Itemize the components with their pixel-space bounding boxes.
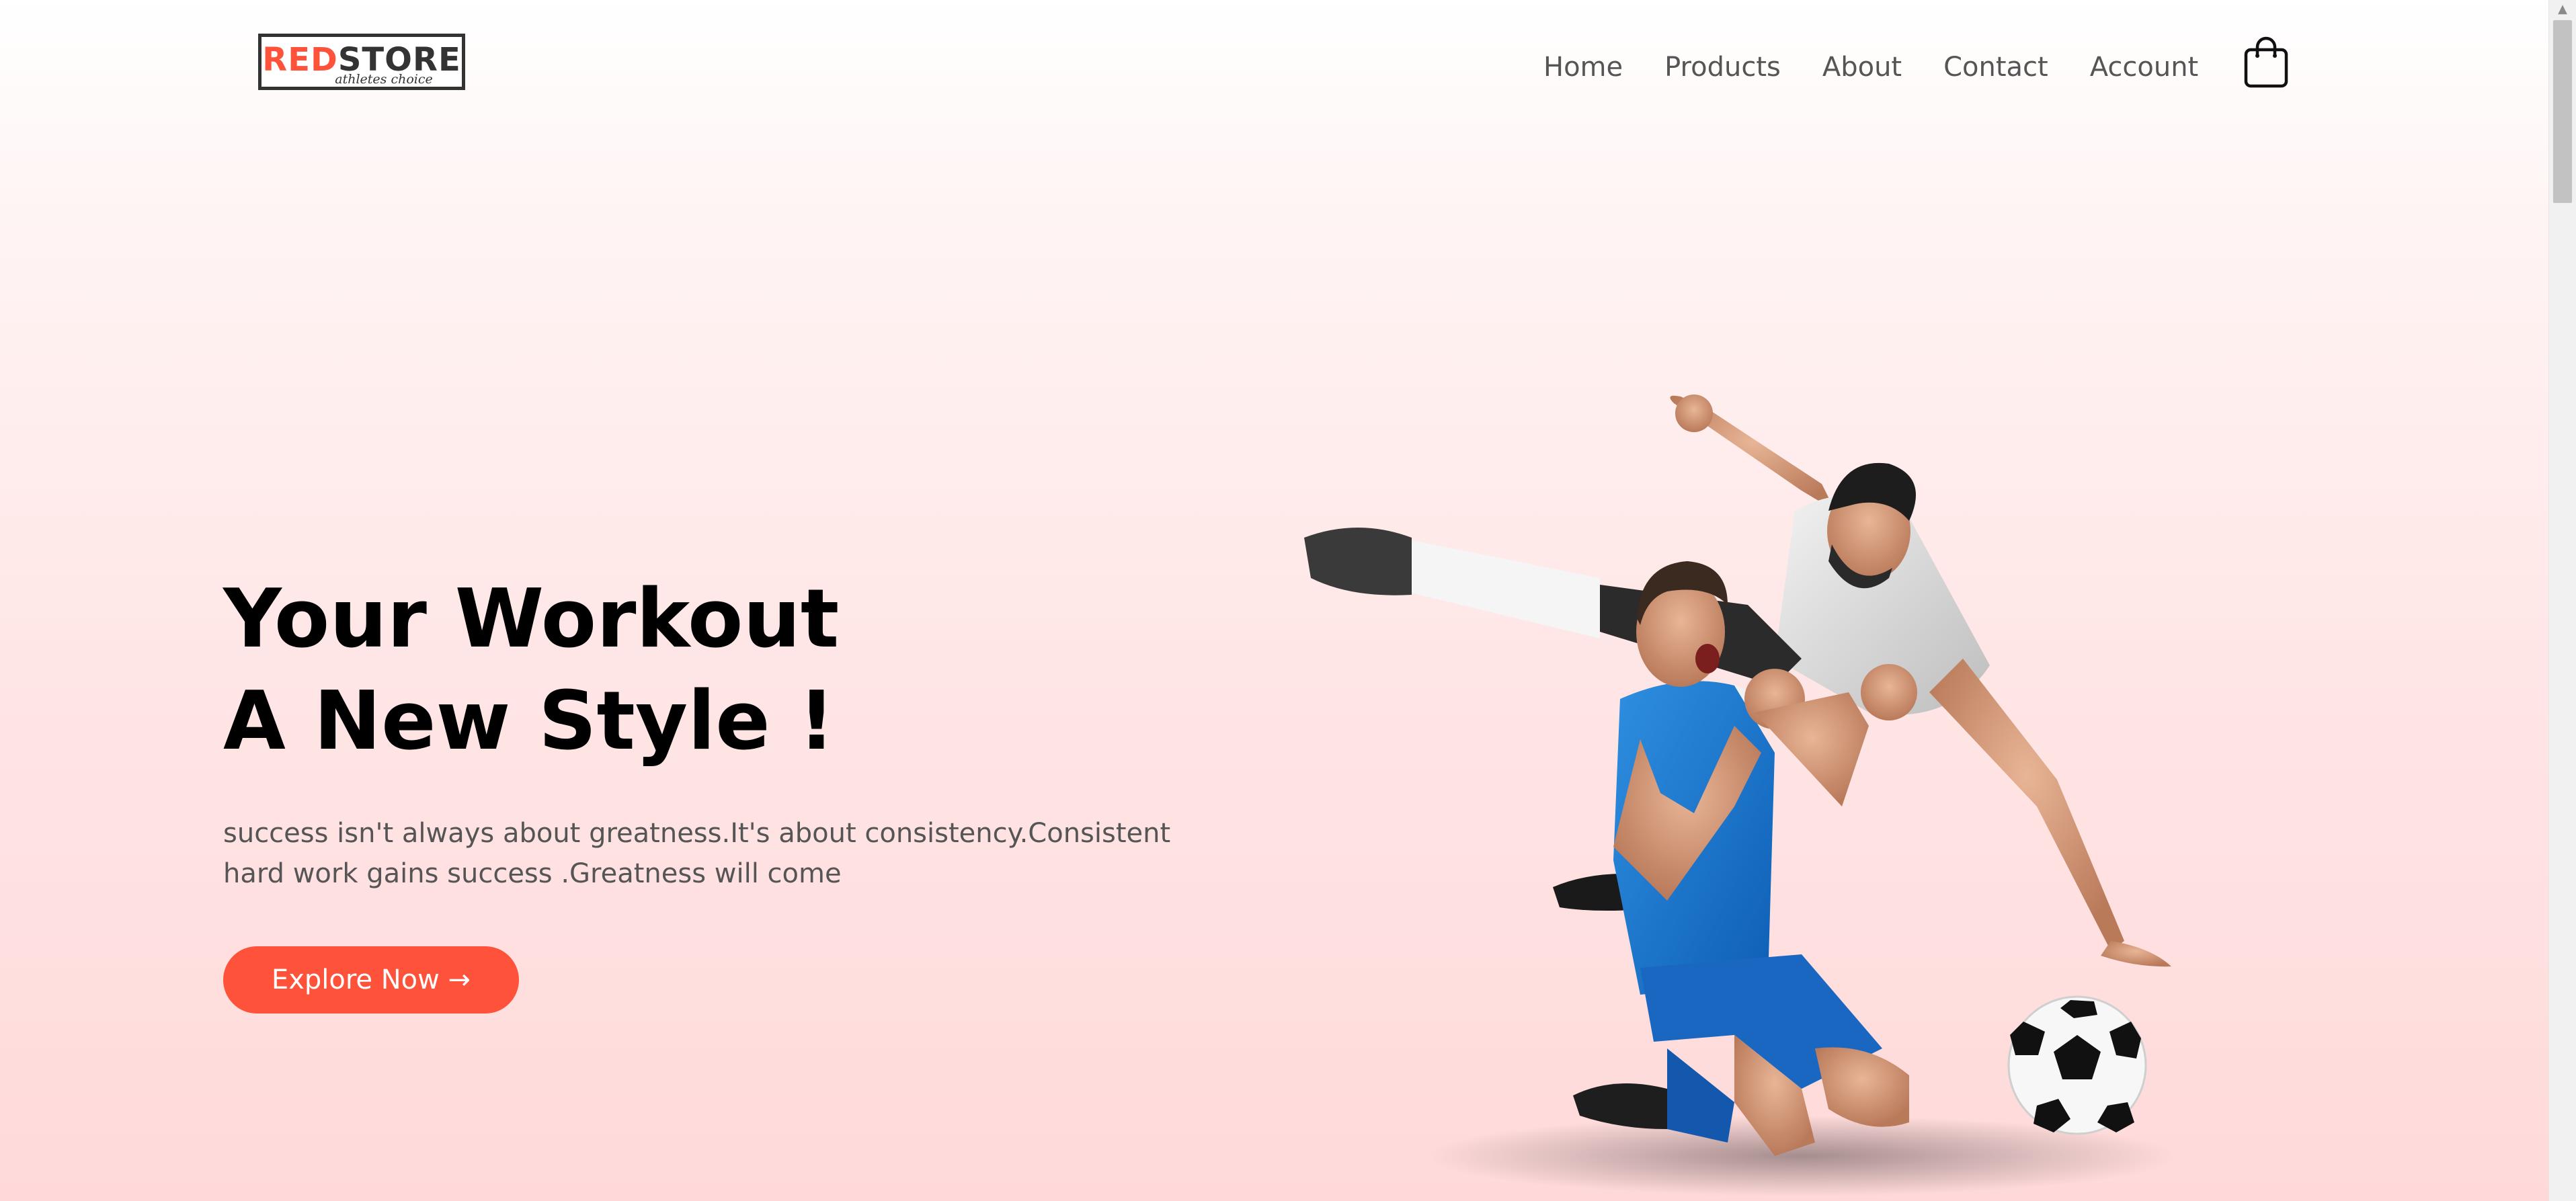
hero-headline: Your Workout A New Style ! bbox=[223, 569, 839, 773]
nav-item-products[interactable]: Products bbox=[1664, 47, 1781, 87]
explore-now-button[interactable]: Explore Now → bbox=[223, 946, 519, 1013]
nav-item-about[interactable]: About bbox=[1822, 47, 1902, 87]
hero-headline-line-1: Your Workout bbox=[223, 573, 840, 666]
hero-image bbox=[1304, 395, 2178, 1196]
nav-item-contact[interactable]: Contact bbox=[1943, 47, 2048, 87]
nav-item-account[interactable]: Account bbox=[2090, 47, 2199, 87]
soccer-ball bbox=[2007, 995, 2147, 1135]
scroll-up-arrow-icon[interactable]: ▲ bbox=[2549, 3, 2576, 16]
hero-tagline: success isn't always about greatness.It'… bbox=[223, 818, 1171, 889]
shopping-bag-icon bbox=[2244, 36, 2288, 88]
main-nav: Home Products About Contact Account bbox=[1543, 47, 2198, 87]
logo-tagline: athletes choice bbox=[335, 72, 433, 87]
cart-button[interactable] bbox=[2243, 35, 2289, 89]
vertical-scrollbar[interactable]: ▲ bbox=[2548, 0, 2576, 1201]
hero-headline-line-2: A New Style ! bbox=[223, 675, 836, 768]
logo[interactable]: REDSTORE athletes choice bbox=[258, 34, 465, 90]
scroll-thumb[interactable] bbox=[2553, 20, 2572, 203]
nav-item-home[interactable]: Home bbox=[1543, 47, 1623, 87]
